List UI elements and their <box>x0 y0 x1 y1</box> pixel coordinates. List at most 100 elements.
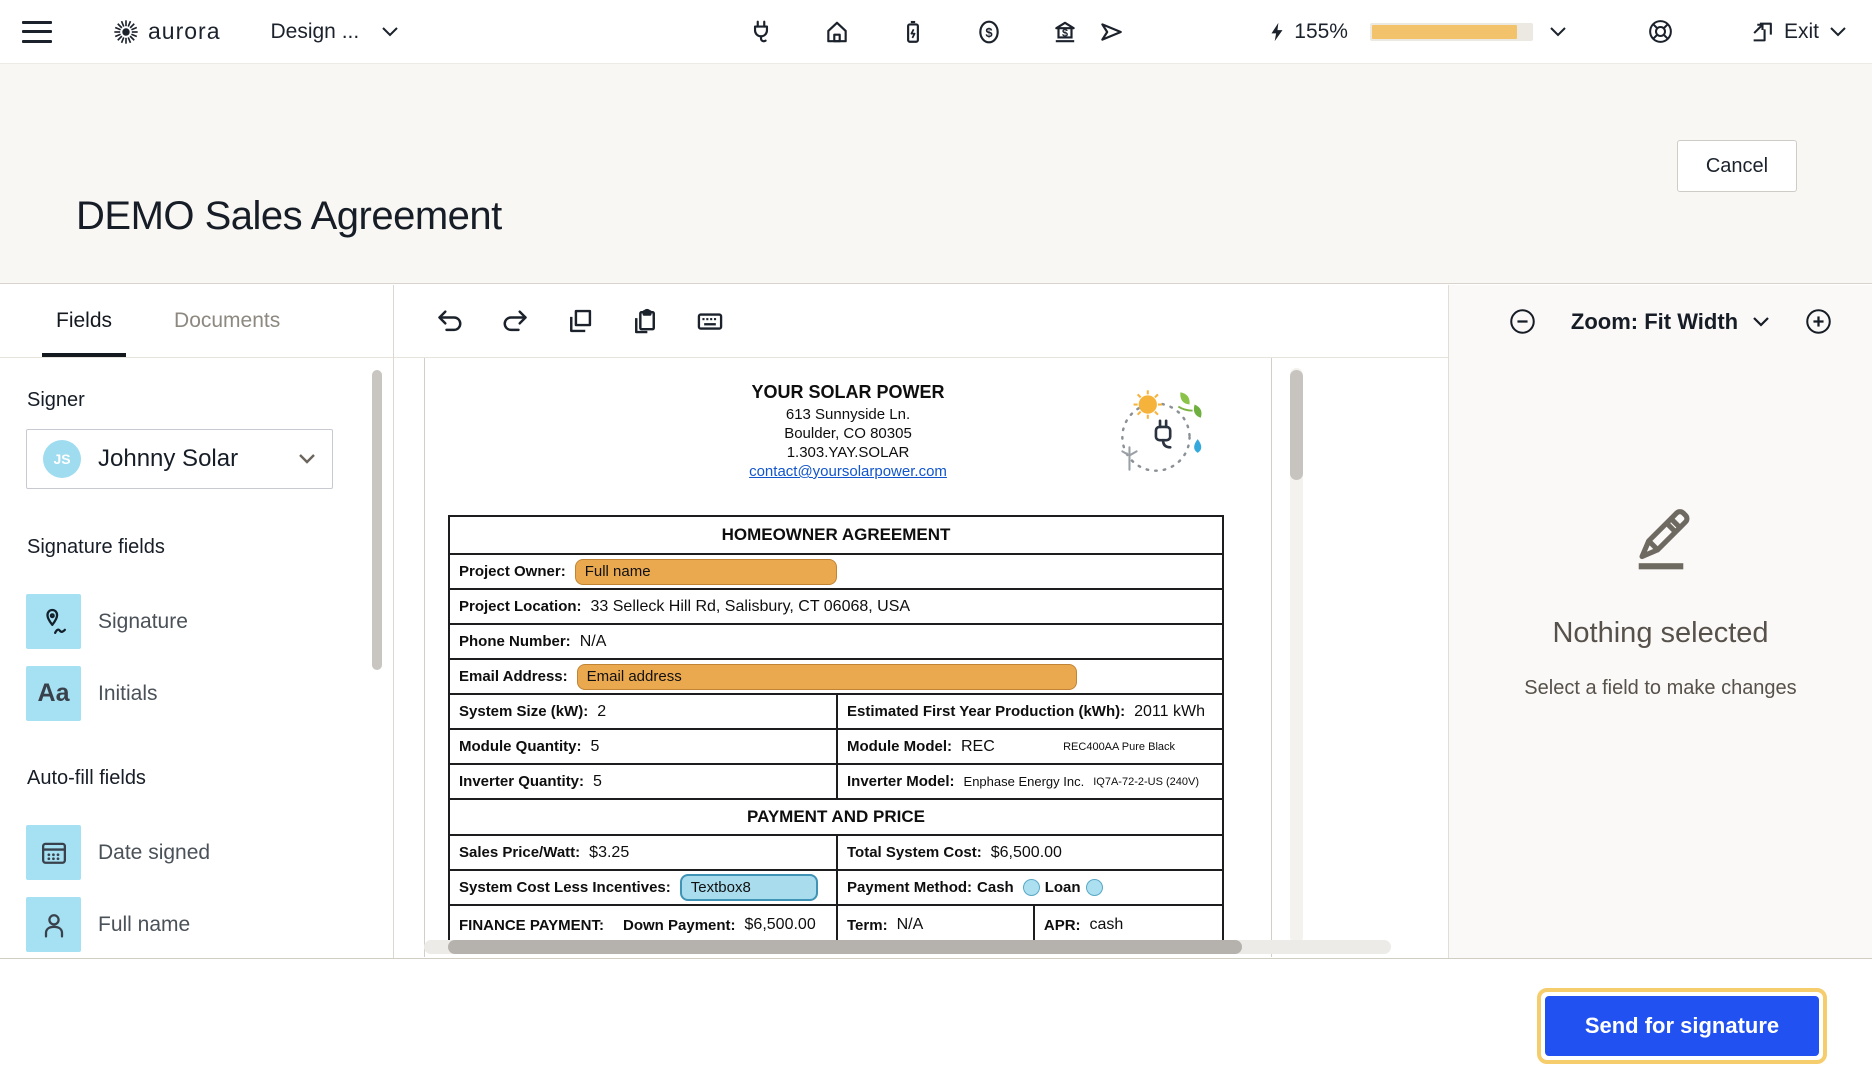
nothing-selected-subtitle: Select a field to make changes <box>1524 677 1796 700</box>
zoom-out-icon[interactable] <box>1509 308 1536 335</box>
zoom-controls: Zoom: Fit Width <box>1449 285 1872 358</box>
sidebar-tabs: Fields Documents <box>0 285 393 358</box>
signature-field-label: Signature <box>98 610 188 634</box>
signer-dropdown[interactable]: JS Johnny Solar <box>26 429 333 489</box>
send-for-signature-button[interactable]: Send for signature <box>1545 996 1819 1056</box>
send-proposal-icon[interactable] <box>1098 19 1124 45</box>
table-row: System Size (kW): 2 Estimated First Year… <box>450 693 1222 728</box>
leaf-glyphs <box>1178 392 1201 417</box>
copy-icon[interactable] <box>566 307 594 335</box>
tab-fields[interactable]: Fields <box>42 285 126 357</box>
table-row: Project Owner: Full name <box>450 553 1222 588</box>
homeowner-agreement-table: HOMEOWNER AGREEMENT Project Owner: Full … <box>448 515 1224 946</box>
dollar-coin-icon[interactable]: $ <box>976 19 1002 45</box>
signature-fields-section-label: Signature fields <box>27 536 393 559</box>
redo-icon[interactable] <box>501 307 529 335</box>
signer-section-label: Signer <box>27 389 393 412</box>
tab-documents[interactable]: Documents <box>160 285 294 357</box>
table-row: Sales Price/Watt: $3.25 Total System Cos… <box>450 834 1222 869</box>
lightning-bolt-icon[interactable] <box>1266 20 1288 44</box>
autofill-section-label: Auto-fill fields <box>27 767 393 790</box>
table-row: Module Quantity: 5 Module Model: REC REC… <box>450 728 1222 763</box>
battery-icon[interactable] <box>900 19 926 45</box>
svg-text:$: $ <box>1062 27 1068 39</box>
keyboard-icon[interactable] <box>696 307 724 335</box>
nothing-selected-title: Nothing selected <box>1552 617 1768 650</box>
document-vertical-scrollbar[interactable] <box>1290 370 1303 480</box>
performance-meter[interactable] <box>1370 23 1533 41</box>
table-row: FINANCE PAYMENT: Down Payment: $6,500.00… <box>450 904 1222 944</box>
exit-chevron-down-icon[interactable] <box>1829 26 1847 38</box>
exit-label[interactable]: Exit <box>1784 20 1819 44</box>
table-row: Email Address: Email address <box>450 658 1222 693</box>
inspector-panel: Zoom: Fit Width Nothing s <box>1448 285 1872 958</box>
wind-turbine-glyph <box>1122 447 1136 469</box>
date-signed-field-label: Date signed <box>98 841 210 865</box>
help-lifebuoy-icon[interactable] <box>1647 18 1674 45</box>
water-drop-glyph <box>1194 439 1201 453</box>
full-name-placed-field[interactable]: Full name <box>575 559 837 585</box>
sidebar-scrollbar[interactable] <box>372 370 382 670</box>
home-icon[interactable] <box>824 19 850 45</box>
topbar-right-group: 155% Exit <box>1266 18 1872 45</box>
aurora-esign-app: aurora Design ... $ $ <box>0 0 1872 1090</box>
page-header: DEMO Sales Agreement Cancel <box>0 64 1872 284</box>
exit-door-icon[interactable] <box>1750 19 1775 44</box>
paste-icon[interactable] <box>631 307 659 335</box>
svg-text:$: $ <box>985 25 993 40</box>
meter-chevron-down-icon[interactable] <box>1549 26 1567 38</box>
signer-name: Johnny Solar <box>98 445 238 473</box>
textbox8-placed-field[interactable]: Textbox8 <box>680 874 818 901</box>
full-name-field-label: Full name <box>98 913 190 937</box>
document-horizontal-scrollbar[interactable] <box>448 940 1242 954</box>
zoom-chevron-down-icon <box>1752 316 1770 328</box>
chevron-down-icon <box>381 26 399 38</box>
sun-glyph <box>1134 390 1163 419</box>
brand-wordmark: aurora <box>148 18 220 45</box>
fields-sidebar: Fields Documents Signer JS Johnny Solar … <box>0 285 394 958</box>
zoom-level-dropdown[interactable]: Zoom: Fit Width <box>1571 309 1770 335</box>
page-title: DEMO Sales Agreement <box>76 194 502 239</box>
table-row: System Cost Less Incentives: Textbox8 Pa… <box>450 869 1222 904</box>
agreement-title: HOMEOWNER AGREEMENT <box>722 525 951 545</box>
main-content: Fields Documents Signer JS Johnny Solar … <box>0 285 1872 958</box>
aurora-logo: aurora <box>112 18 220 46</box>
signature-field-item[interactable]: Signature <box>26 594 393 649</box>
initials-field-item[interactable]: Aa Initials <box>26 666 393 721</box>
full-name-field-item[interactable]: Full name <box>26 897 393 952</box>
document-viewport: YOUR SOLAR POWER 613 Sunnyside Ln. Bould… <box>394 358 1448 957</box>
person-icon <box>26 897 81 952</box>
payment-section-title: PAYMENT AND PRICE <box>747 807 925 827</box>
bank-dollar-icon[interactable]: $ <box>1052 19 1078 45</box>
company-logo <box>1103 380 1215 487</box>
document-page: YOUR SOLAR POWER 613 Sunnyside Ln. Bould… <box>424 358 1272 957</box>
undo-icon[interactable] <box>436 307 464 335</box>
signature-pen-icon <box>26 594 81 649</box>
aurora-starburst-icon <box>112 18 140 46</box>
cancel-button[interactable]: Cancel <box>1677 140 1797 192</box>
top-navigation-bar: aurora Design ... $ $ <box>0 0 1872 64</box>
plug-icon[interactable] <box>748 19 774 45</box>
date-signed-field-item[interactable]: Date signed <box>26 825 393 880</box>
calendar-icon <box>26 825 81 880</box>
plug-glyph <box>1156 421 1170 447</box>
cash-radio-field[interactable] <box>1023 879 1040 896</box>
bottom-action-bar: Send for signature <box>0 958 1872 1090</box>
hamburger-menu-icon[interactable] <box>22 21 52 43</box>
performance-percent: 155% <box>1294 20 1348 44</box>
design-mode-menu[interactable]: Design ... <box>270 20 399 44</box>
zoom-in-icon[interactable] <box>1805 308 1832 335</box>
inspector-empty-state: Nothing selected Select a field to make … <box>1449 358 1872 700</box>
signer-chevron-down-icon <box>298 453 316 465</box>
company-email-link[interactable]: contact@yoursolarpower.com <box>749 463 947 480</box>
table-row: Phone Number: N/A <box>450 623 1222 658</box>
loan-radio-field[interactable] <box>1086 879 1103 896</box>
send-button-focus-ring: Send for signature <box>1537 988 1827 1064</box>
email-placed-field[interactable]: Email address <box>577 664 1077 690</box>
table-row: Inverter Quantity: 5 Inverter Model: Enp… <box>450 763 1222 798</box>
mode-icon-group: $ $ <box>748 0 1124 64</box>
table-row: Project Location: 33 Selleck Hill Rd, Sa… <box>450 588 1222 623</box>
signer-avatar: JS <box>43 440 81 478</box>
edit-pencil-icon <box>1625 493 1697 571</box>
initials-aa-icon: Aa <box>26 666 81 721</box>
